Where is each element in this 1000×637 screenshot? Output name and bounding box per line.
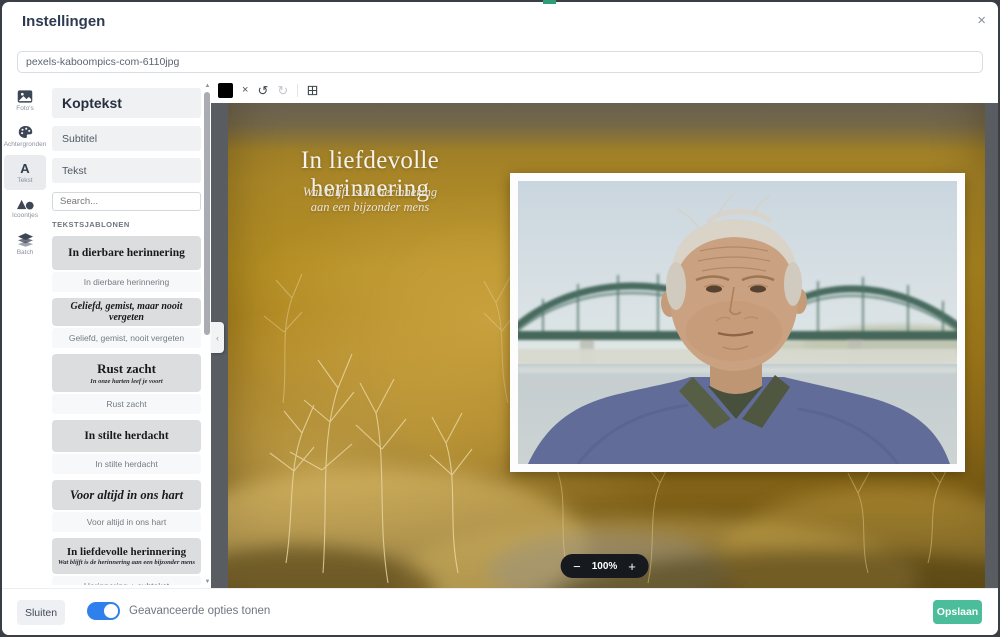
- sidebar-item-fotos[interactable]: Foto's: [4, 83, 46, 118]
- sidebar-item-icoontjes[interactable]: Icoontjes: [4, 191, 46, 226]
- template-caption: In dierbare herinnering: [52, 272, 201, 292]
- text-icon: A: [20, 162, 29, 175]
- remove-color-icon[interactable]: ×: [242, 85, 248, 96]
- heading-field[interactable]: Koptekst: [52, 88, 201, 118]
- color-swatch[interactable]: [218, 83, 233, 98]
- template-caption: In stilte herdacht: [52, 454, 201, 474]
- template-preview: In stilte herdacht: [52, 420, 201, 452]
- text-template-card[interactable]: Rust zacht In onze harten leef je voort …: [52, 354, 201, 414]
- sidebar-item-label: Foto's: [16, 105, 34, 112]
- close-icon[interactable]: ×: [977, 13, 986, 28]
- template-preview-subtext: In onze harten leef je voort: [90, 378, 162, 385]
- layers-icon: [18, 233, 33, 247]
- sidebar-item-label: Icoontjes: [12, 212, 38, 219]
- undo-icon[interactable]: ↺: [257, 84, 268, 97]
- text-template-card[interactable]: In stilte herdacht In stilte herdacht: [52, 420, 201, 474]
- panel-collapse-tab[interactable]: ‹: [211, 322, 224, 353]
- advanced-options-label: Geavanceerde opties tonen: [129, 605, 270, 617]
- text-template-card[interactable]: In liefdevolle herinnering Wat blijft is…: [52, 538, 201, 585]
- zoom-control: − 100% +: [560, 554, 649, 578]
- scrollbar-thumb[interactable]: [204, 92, 210, 335]
- search-input[interactable]: [53, 196, 200, 207]
- filename-input[interactable]: [17, 51, 983, 73]
- toolbar-divider: [297, 84, 298, 97]
- template-caption: Voor altijd in ons hart: [52, 512, 201, 532]
- sidebar-item-batch[interactable]: Batch: [4, 227, 46, 262]
- template-preview: In dierbare herinnering: [52, 236, 201, 270]
- save-button[interactable]: Opslaan: [933, 600, 982, 624]
- memorial-card-artwork[interactable]: In liefdevolle herinnering Wat blijft is…: [228, 103, 985, 588]
- text-panel: Koptekst Subtitel Tekst TEKSTSJABLONEN I…: [52, 88, 201, 585]
- chevron-left-icon: ‹: [216, 333, 219, 343]
- toggle-knob: [104, 604, 118, 618]
- advanced-options-toggle[interactable]: [87, 602, 120, 620]
- template-preview: Voor altijd in ons hart: [52, 480, 201, 510]
- template-preview: Geliefd, gemist, maar nooit vergeten: [52, 298, 201, 326]
- redo-icon[interactable]: ↻: [277, 84, 288, 97]
- scroll-down-icon[interactable]: ▼: [203, 579, 212, 585]
- shapes-icon: [17, 199, 34, 210]
- zoom-level: 100%: [592, 561, 618, 572]
- elderly-man-portrait: [518, 181, 957, 464]
- text-template-card[interactable]: In dierbare herinnering In dierbare heri…: [52, 236, 201, 292]
- portrait-photo[interactable]: [510, 173, 965, 472]
- close-button[interactable]: Sluiten: [17, 600, 65, 625]
- sidebar-item-label: Tekst: [17, 177, 32, 184]
- sidebar-item-label: Achtergronden: [4, 141, 47, 148]
- template-preview: Rust zacht In onze harten leef je voort: [52, 354, 201, 392]
- template-preview: In liefdevolle herinnering Wat blijft is…: [52, 538, 201, 574]
- grid-icon[interactable]: [307, 85, 318, 96]
- scroll-up-icon[interactable]: ▲: [203, 83, 212, 89]
- palette-icon: [18, 125, 33, 139]
- template-preview-subtext: Wat blijft is de herinnering aan een bij…: [58, 559, 195, 566]
- template-search: [52, 192, 201, 211]
- sidebar-item-label: Batch: [17, 249, 34, 256]
- sidebar-item-achtergronden[interactable]: Achtergronden: [4, 119, 46, 154]
- tool-sidebar: Foto's Achtergronden A Tekst Icoontjes B…: [4, 83, 46, 263]
- modal-footer: Sluiten Geavanceerde opties tonen Opslaa…: [2, 588, 998, 635]
- template-caption: Geliefd, gemist, nooit vergeten: [52, 328, 201, 348]
- templates-section-label: TEKSTSJABLONEN: [52, 220, 201, 229]
- text-template-card[interactable]: Geliefd, gemist, maar nooit vergeten Gel…: [52, 298, 201, 348]
- zoom-out-button[interactable]: −: [573, 560, 581, 573]
- canvas-toolbar: × ↺ ↻: [218, 82, 318, 99]
- background-page-fragment: [543, 0, 556, 4]
- text-field[interactable]: Tekst: [52, 158, 201, 183]
- card-subtitle-text[interactable]: Wat blijft is de herinnering aan een bij…: [254, 185, 486, 214]
- template-caption: Rust zacht: [52, 394, 201, 414]
- canvas-area: In liefdevolle herinnering Wat blijft is…: [211, 103, 998, 588]
- text-template-card[interactable]: Voor altijd in ons hart Voor altijd in o…: [52, 480, 201, 532]
- zoom-in-button[interactable]: +: [628, 560, 636, 573]
- modal-title: Instellingen: [22, 13, 105, 30]
- photo-icon: [17, 90, 33, 103]
- sidebar-item-tekst[interactable]: A Tekst: [4, 155, 46, 190]
- subtitle-field[interactable]: Subtitel: [52, 126, 201, 151]
- template-caption: Herinnering + subtekst: [52, 576, 201, 585]
